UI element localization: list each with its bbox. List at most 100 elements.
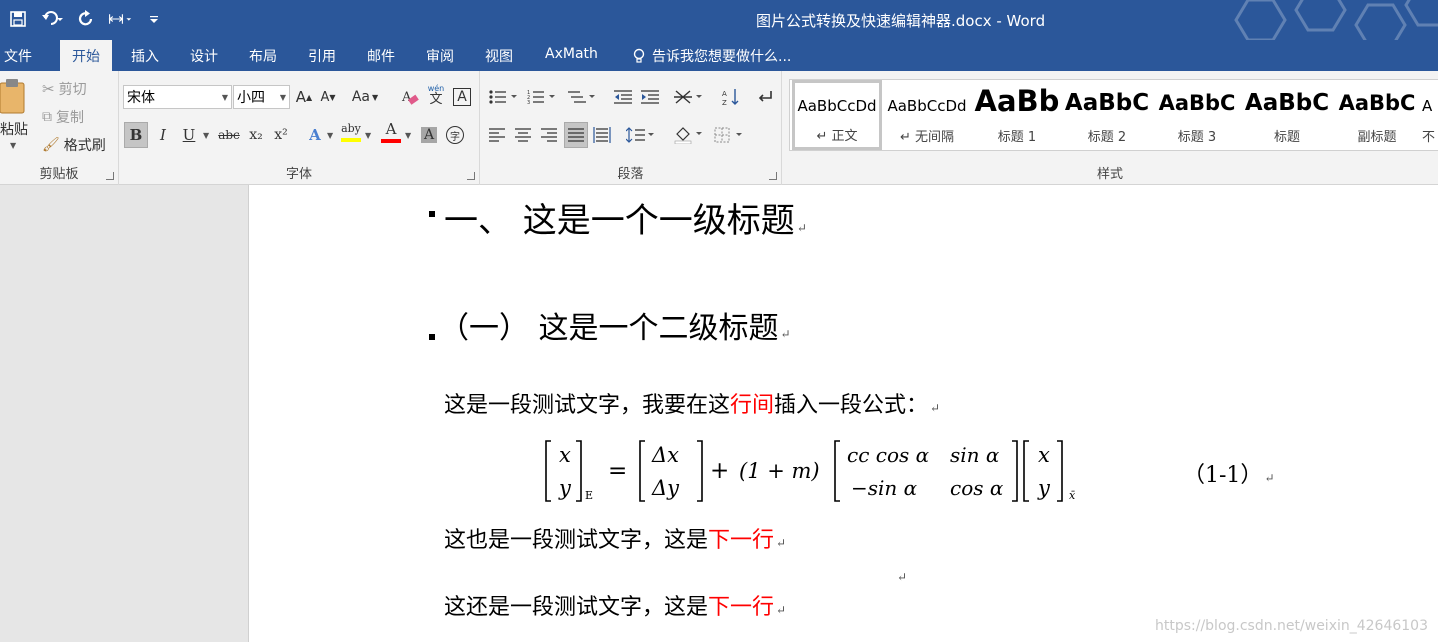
shrink-font-button[interactable]: A ▼ — [317, 85, 339, 109]
borders-button[interactable] — [712, 123, 746, 147]
font-dialog-launcher[interactable] — [467, 172, 475, 180]
touch-mode-icon[interactable] — [108, 6, 132, 32]
tab-axmath[interactable]: AxMath — [545, 46, 598, 62]
tab-design[interactable]: 设计 — [190, 46, 218, 66]
document-page[interactable]: 一、 这是一个一级标题 ↵ （一） 这是一个二级标题 ↵ 这是一段测试文字，我要在这… — [249, 185, 1438, 642]
style-normal[interactable]: AaBbCcDd ↵ 正文 — [792, 80, 882, 150]
style-no-spacing[interactable]: AaBbCcDd ↵ 无间隔 — [882, 80, 972, 150]
format-painter-label: 格式刷 — [63, 138, 106, 154]
show-marks-button[interactable] — [754, 85, 776, 109]
svg-text:Z: Z — [722, 99, 727, 106]
text-effects-button[interactable]: A — [303, 122, 327, 148]
save-icon[interactable] — [6, 6, 30, 32]
font-size-combo[interactable]: 小四 ▼ — [233, 85, 290, 109]
increase-indent-button[interactable] — [637, 85, 663, 109]
tab-insert[interactable]: 插入 — [131, 46, 159, 66]
bullets-button[interactable] — [486, 85, 522, 109]
text-direction-button[interactable] — [672, 85, 706, 109]
heading-2-text: （一） 这是一个二级标题 — [439, 311, 779, 346]
highlighted-text: 行间 — [730, 393, 775, 418]
highlight-button[interactable]: aby — [339, 119, 363, 145]
clipboard-group-label: 剪贴板 — [39, 167, 79, 182]
italic-button[interactable]: I — [151, 122, 175, 148]
superscript-button[interactable]: x² — [269, 122, 293, 148]
style-name: 标题 — [1273, 130, 1300, 145]
highlighted-text: 下一行 — [708, 595, 775, 620]
chevron-down-icon[interactable]: ▼ — [203, 131, 209, 140]
tell-me-box[interactable]: 告诉我您想要做什么... — [632, 46, 791, 66]
title-bar: 图片公式转换及快速编辑神器.docx - Word — [0, 0, 1438, 40]
delta-vector: Δx Δy — [639, 440, 703, 502]
style-subtitle[interactable]: AaBbC 副标题 — [1332, 80, 1422, 150]
style-heading-2[interactable]: AaBbC 标题 2 — [1062, 80, 1152, 150]
style-heading-3[interactable]: AaBbC 标题 3 — [1152, 80, 1242, 150]
tab-mailings[interactable]: 邮件 — [367, 46, 395, 66]
rhs-subscript: x̄ — [1069, 489, 1076, 502]
paragraph-3[interactable]: 这还是一段测试文字，这是下一行 ↵ — [444, 589, 786, 621]
equation[interactable]: x y E = Δx Δy + (1 + m) cc cos α sin α −… — [545, 439, 1105, 505]
enclose-characters-button[interactable]: 字 — [443, 122, 467, 148]
lhs-y: y — [558, 476, 572, 500]
style-title[interactable]: AaBbC 标题 — [1242, 80, 1332, 150]
bold-button[interactable]: B — [124, 122, 148, 148]
font-color-button[interactable]: A — [379, 119, 403, 145]
paragraph-2[interactable]: 这也是一段测试文字，这是下一行 ↵ — [444, 522, 786, 554]
tab-home[interactable]: 开始 — [60, 40, 112, 71]
style-more[interactable]: A 不 — [1422, 80, 1438, 150]
paste-label: 粘贴 — [0, 122, 28, 138]
equals-sign: = — [608, 458, 627, 484]
align-center-button[interactable] — [512, 123, 534, 147]
style-heading-1[interactable]: AaBb 标题 1 — [972, 80, 1062, 150]
tab-references[interactable]: 引用 — [308, 46, 336, 66]
rhs-vector: x y x̄ — [1023, 440, 1076, 502]
matrix-cell: cc cos α — [847, 443, 930, 467]
borders-icon — [714, 127, 742, 143]
character-shading-button[interactable]: A — [417, 122, 441, 148]
font-name-combo[interactable]: 宋体 ▼ — [123, 85, 232, 109]
line-spacing-button[interactable] — [624, 123, 658, 147]
underline-button[interactable]: U — [177, 122, 201, 148]
chevron-down-icon[interactable]: ▼ — [365, 131, 371, 140]
paste-button[interactable]: 粘贴 ▼ — [0, 77, 32, 157]
paste-icon — [0, 79, 25, 114]
clear-formatting-button[interactable]: A — [399, 85, 421, 109]
numbering-button[interactable]: 123 — [524, 85, 560, 109]
ribbon: 粘贴 ▼ ✂ 剪切 ⧉ 复制 🖌 格式刷 剪贴板 宋体 ▼ 小四 ▼ A ▲ A ▼… — [0, 71, 1438, 185]
undo-icon[interactable] — [40, 6, 64, 32]
multilevel-list-button[interactable] — [564, 85, 600, 109]
shading-button[interactable] — [672, 123, 706, 147]
format-painter-button[interactable]: 🖌 格式刷 — [42, 135, 106, 155]
paragraph-1[interactable]: 这是一段测试文字，我要在这行间插入一段公式： ↵ — [444, 387, 940, 419]
strikethrough-button[interactable]: abc — [215, 122, 243, 148]
phonetic-guide-button[interactable]: wén 文 — [425, 83, 447, 107]
sort-button[interactable]: AZ — [720, 85, 742, 109]
paragraph-dialog-launcher[interactable] — [769, 172, 777, 180]
customize-icon[interactable] — [142, 6, 166, 32]
chevron-down-icon[interactable]: ▼ — [405, 131, 411, 140]
align-left-button[interactable] — [486, 123, 508, 147]
heading-2[interactable]: （一） 这是一个二级标题 ↵ — [439, 303, 791, 347]
cut-button[interactable]: ✂ 剪切 — [42, 79, 87, 99]
character-border-button[interactable]: A — [451, 85, 473, 109]
character-border-icon: A — [453, 88, 471, 106]
justify-button[interactable] — [564, 122, 588, 148]
align-right-button[interactable] — [538, 123, 560, 147]
tab-layout[interactable]: 布局 — [249, 46, 277, 66]
subscript-button[interactable]: x₂ — [244, 122, 268, 148]
distributed-button[interactable] — [591, 123, 613, 147]
tab-file[interactable]: 文件 — [4, 46, 32, 66]
change-case-button[interactable]: Aa ▼ — [349, 85, 381, 109]
redo-icon[interactable] — [74, 6, 98, 32]
tab-view[interactable]: 视图 — [485, 46, 513, 66]
clipboard-dialog-launcher[interactable] — [106, 172, 114, 180]
tab-review[interactable]: 审阅 — [426, 46, 454, 66]
highlighter-icon: aby — [341, 121, 361, 135]
chevron-down-icon: ▼ — [10, 141, 17, 150]
chevron-down-icon[interactable]: ▼ — [327, 131, 333, 140]
copy-label: 复制 — [56, 110, 84, 126]
matrix-cell: −sin α — [851, 476, 918, 500]
copy-button[interactable]: ⧉ 复制 — [42, 107, 84, 127]
heading-1[interactable]: 一、 这是一个一级标题 ↵ — [444, 193, 807, 242]
decrease-indent-button[interactable] — [610, 85, 636, 109]
grow-font-button[interactable]: A ▲ — [293, 85, 315, 109]
